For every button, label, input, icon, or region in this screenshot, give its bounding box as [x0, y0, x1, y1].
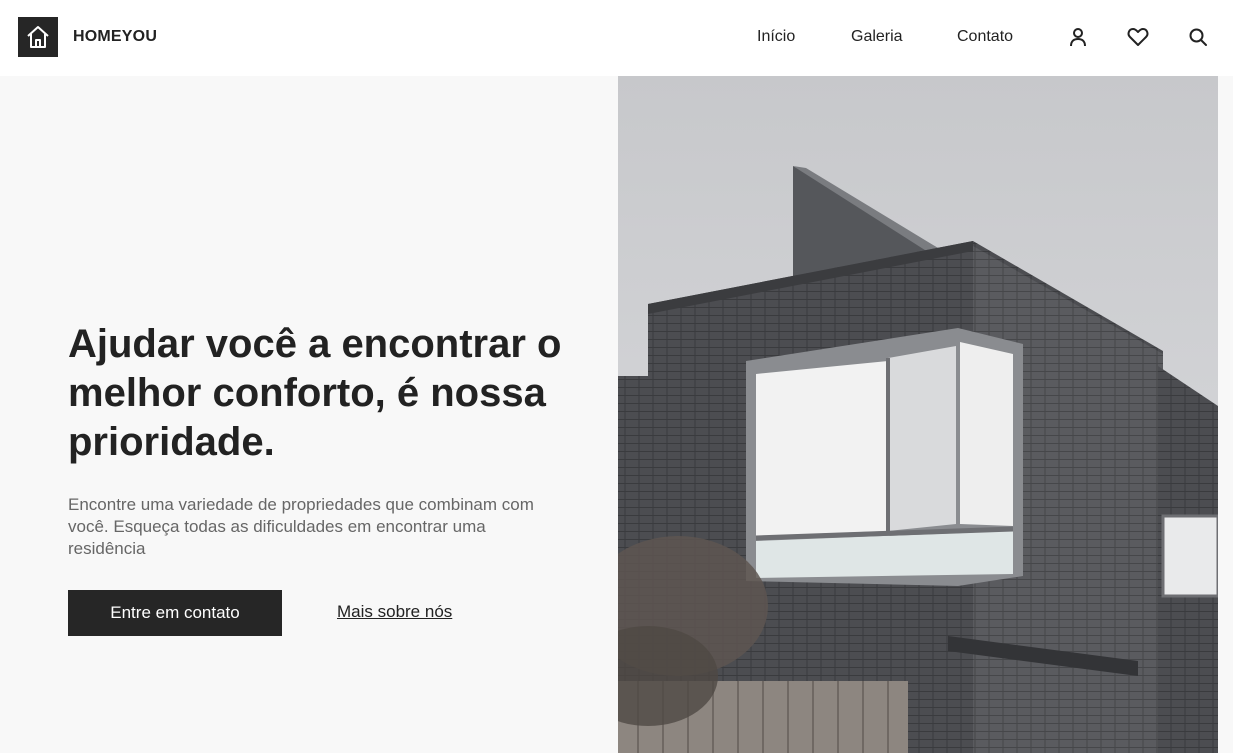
site-header: HOMEYOU Início Galeria Contato — [0, 0, 1233, 76]
logo[interactable] — [18, 17, 58, 57]
brand-name[interactable]: HOMEYOU — [73, 28, 157, 46]
user-button[interactable] — [1067, 26, 1089, 48]
contact-button[interactable]: Entre em contato — [68, 590, 282, 636]
hero-section: Ajudar você a encontrar o melhor confort… — [0, 76, 618, 753]
nav-link-galeria[interactable]: Galeria — [851, 28, 903, 46]
nav-link-contato[interactable]: Contato — [957, 28, 1013, 46]
about-link[interactable]: Mais sobre nós — [337, 602, 452, 622]
hero-house-image — [618, 76, 1218, 753]
user-icon — [1070, 28, 1086, 47]
search-button[interactable] — [1187, 26, 1209, 48]
nav-link-inicio[interactable]: Início — [757, 28, 795, 46]
heart-icon — [1127, 28, 1149, 46]
favorites-button[interactable] — [1127, 26, 1149, 48]
house-icon — [27, 26, 49, 48]
hero-description: Encontre uma variedade de propriedades q… — [68, 495, 534, 558]
house-illustration — [618, 76, 1218, 753]
page-right-margin — [1218, 76, 1233, 753]
hero-title: Ajudar você a encontrar o melhor confort… — [68, 322, 562, 464]
search-icon — [1189, 28, 1207, 46]
